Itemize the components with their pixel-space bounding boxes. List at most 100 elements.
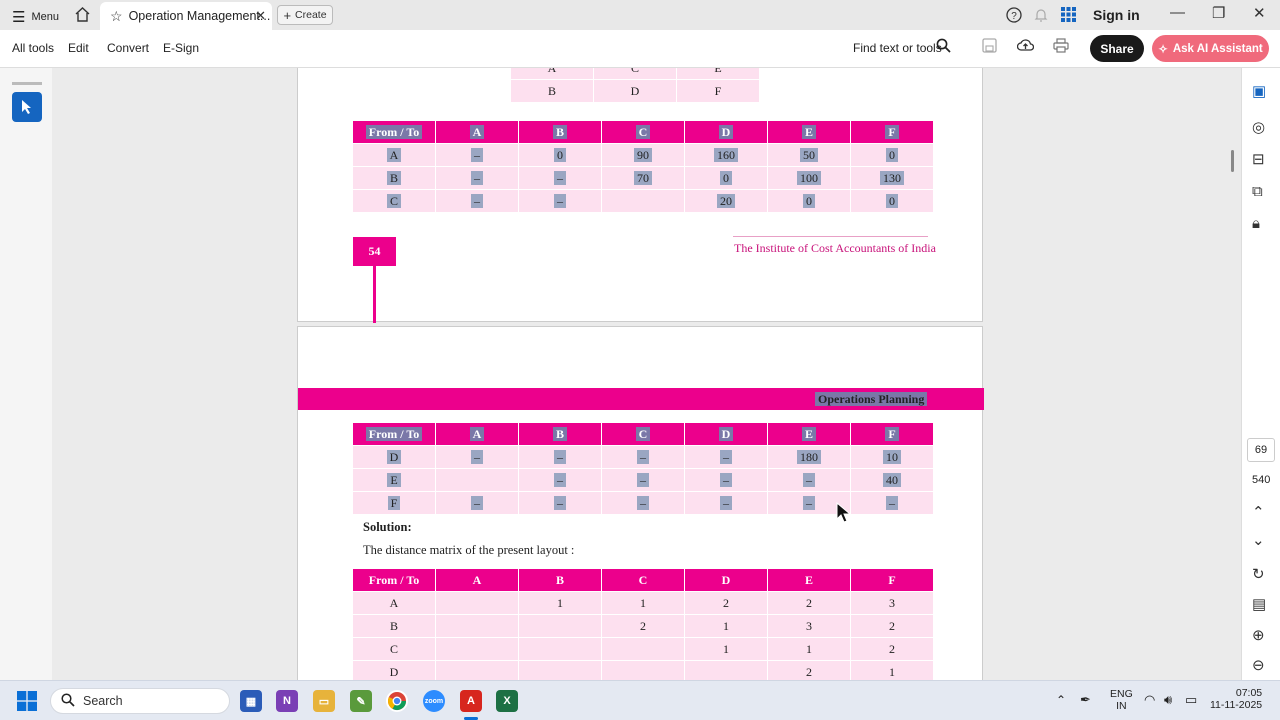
main-toolbar: All tools Edit Convert E-Sign Find text … [0,30,1280,68]
table-cell: B [510,79,594,103]
tray-chevron-up-icon[interactable]: ⌃ [1056,693,1066,707]
taskbar-search[interactable]: Search [50,688,230,714]
solution-text: The distance matrix of the present layou… [363,543,575,557]
upload-cloud-icon[interactable] [1016,38,1035,58]
all-tools-menu[interactable]: All tools [12,41,54,55]
rotate-icon[interactable]: ↻ [1252,565,1265,583]
footer-rule [733,236,928,237]
section-title: Operations Planning [815,392,928,407]
svg-text:?: ? [1011,11,1017,22]
table-row: A – 0 90 160 50 0 [352,143,934,167]
table-row: B – – 70 0 100 130 [352,166,934,190]
comment-panel-icon[interactable]: ▣ [1252,82,1266,100]
battery-icon[interactable]: ▭ [1185,692,1197,708]
apps-grid-icon [1061,7,1076,22]
edit-menu[interactable]: Edit [68,41,89,55]
close-tab-icon[interactable]: ✕ [255,8,266,24]
panel-handle [12,82,42,85]
document-viewport[interactable]: A C E B D F From / To A B C D E F A [52,68,1241,680]
convert-menu[interactable]: Convert [107,41,149,55]
vertical-scrollbar-thumb[interactable] [1231,150,1234,172]
institute-footer: The Institute of Cost Accountants of Ind… [734,241,936,255]
windows-taskbar: Search ▦ N ▭ ✎ zoom A X ⌃ ✒︎ ENG IN ◠ 🔊︎… [0,680,1280,720]
excel-app-icon[interactable]: X [496,690,518,712]
zoom-in-icon[interactable]: ⊕ [1252,626,1265,644]
document-tab[interactable]: ☆ Operation Management... ✕ [100,2,272,30]
home-button[interactable] [74,6,91,23]
solution-heading: Solution: [363,520,412,534]
page-number-line [373,266,376,323]
chevron-down-icon[interactable]: ⌄ [1252,531,1265,549]
at-sign-icon[interactable]: ◎ [1252,118,1265,136]
table-cell: C [593,68,677,80]
menu-button[interactable]: ☰ Menu [12,8,59,26]
search-label: Search [83,694,123,708]
table-cell: A [510,68,594,80]
onenote-app-icon[interactable]: N [276,690,298,712]
pen-input-icon[interactable]: ✒︎ [1080,692,1091,708]
sign-in-button[interactable]: Sign in [1093,7,1140,23]
share-button[interactable]: Share [1090,35,1144,62]
page-fit-icon[interactable]: ▤ [1252,595,1266,613]
zoom-app-icon[interactable]: zoom [423,690,445,712]
bell-icon [1034,9,1048,22]
clock-date: 11-11-2025 [1210,699,1263,711]
acrobat-app-icon[interactable]: A [460,690,482,712]
search-icon[interactable] [936,38,951,58]
photo-app-icon[interactable]: ✎ [350,690,372,712]
table-cell: F [676,79,760,103]
chevron-up-icon[interactable]: ⌃ [1252,503,1265,521]
distance-matrix-table: From / To A B C D E F A 1 1 2 2 3 B 2 1 … [352,568,934,680]
cursor-arrow-icon [22,100,31,114]
table-row: D 2 1 [352,660,934,680]
esign-menu[interactable]: E-Sign [163,41,199,55]
zoom-out-icon[interactable]: ⊖ [1252,656,1265,674]
lock-icon[interactable]: 🔒︎ [1252,215,1260,232]
table-row: D – – – – 180 10 [352,445,934,469]
current-page-input[interactable]: 69 [1247,438,1275,462]
table-row: B 2 1 3 2 [352,614,934,638]
clock-time: 07:05 [1235,687,1263,699]
wifi-icon[interactable]: ◠ [1144,692,1155,708]
flow-table-part1: From / To A B C D E F A – 0 90 160 50 0 … [352,120,934,213]
file-explorer-icon[interactable]: ▭ [313,690,335,712]
language-indicator[interactable]: ENG IN [1110,688,1133,712]
column-header: From / To [352,120,436,144]
ai-assistant-button[interactable]: ✧ Ask AI Assistant [1152,35,1269,62]
help-button[interactable]: ? [1006,7,1022,23]
star-icon[interactable]: ☆ [110,8,123,25]
create-button[interactable]: + Create [277,5,333,25]
sign-in-label: Sign in [1093,7,1140,23]
total-pages: 540 [1252,474,1271,486]
bookmarks-icon[interactable]: ⊟ [1252,150,1265,168]
save-icon[interactable] [982,38,997,58]
mouse-pointer-icon [836,502,852,523]
volume-icon[interactable]: 🔊︎ [1164,692,1172,708]
apps-button[interactable] [1061,7,1076,22]
region-code: IN [1116,700,1127,712]
minimize-icon[interactable]: — [1170,4,1185,21]
windows-start-icon[interactable] [16,690,38,712]
select-tool-button[interactable] [12,92,42,122]
maximize-icon[interactable]: ❐ [1212,4,1225,22]
lang-code: ENG [1110,688,1133,700]
pages-copy-icon[interactable]: ⧉ [1252,183,1263,200]
column-header: A [435,120,519,144]
find-tools-button[interactable]: Find text or tools [853,41,942,55]
column-header: D [684,120,768,144]
store-app-icon[interactable]: ▦ [240,690,262,712]
print-icon[interactable] [1053,38,1069,58]
chrome-app-icon[interactable] [386,690,408,712]
column-header: E [767,120,851,144]
search-icon [61,692,75,710]
home-icon [75,7,90,22]
close-window-icon[interactable]: ✕ [1253,4,1266,22]
table-header-row: From / To A B C D E F [352,568,934,592]
notifications-button[interactable] [1034,7,1048,23]
ai-sparkle-icon: ✧ [1158,43,1168,56]
table-cell: E [676,68,760,80]
menu-label: Menu [31,11,59,23]
clock[interactable]: 07:05 11-11-2025 [1210,687,1262,711]
table-header-row: From / To A B C D E F [352,422,934,446]
title-bar: ☰ Menu ☆ Operation Management... ✕ + Cre… [0,0,1280,30]
